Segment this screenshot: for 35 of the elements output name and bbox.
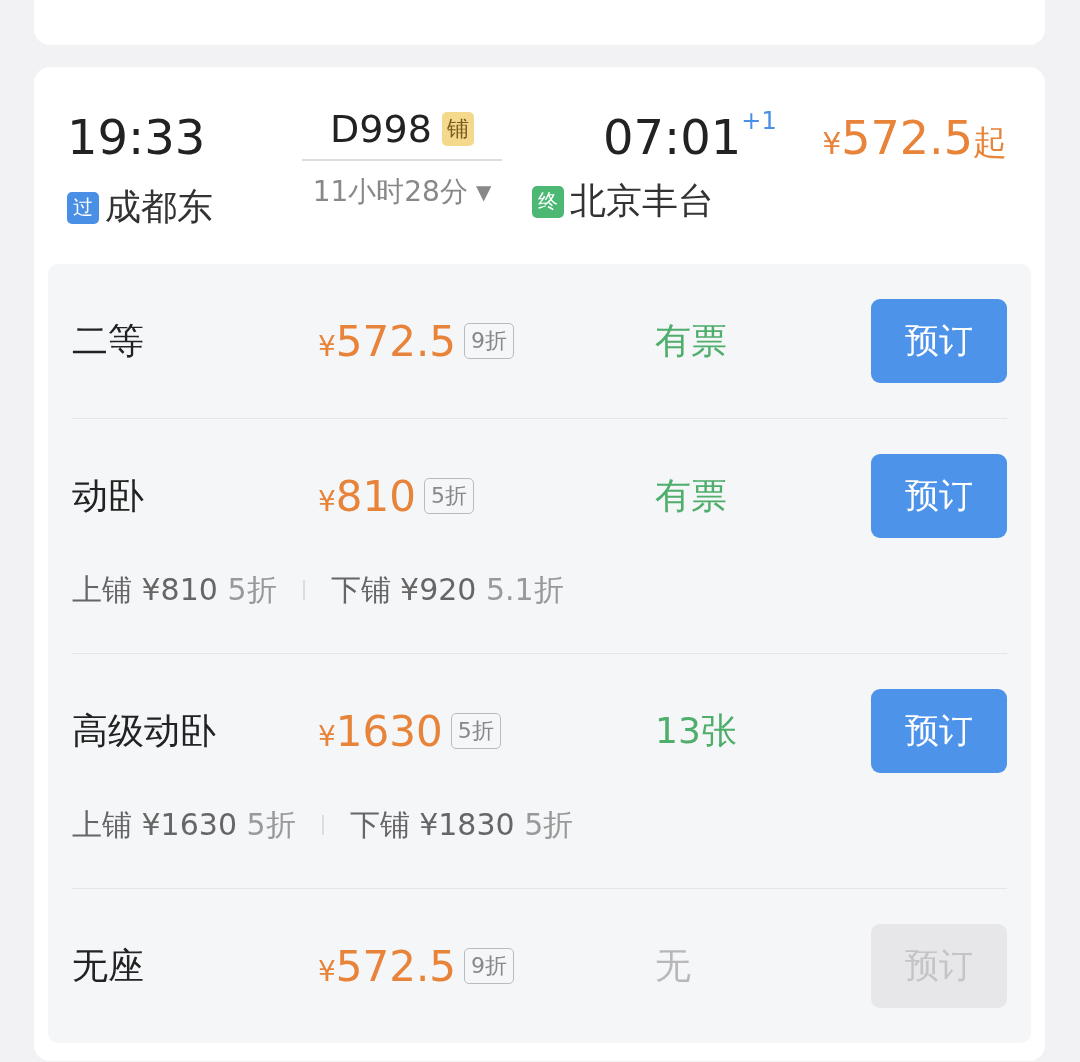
station-name: 北京丰台 xyxy=(570,179,714,223)
station-name: 成都东 xyxy=(105,185,213,229)
seat-price: ¥572.5 xyxy=(318,316,457,366)
ticket-availability: 有票 xyxy=(655,318,728,363)
seat-class: 高级动卧 xyxy=(72,708,217,753)
station-badge: 过 xyxy=(67,191,99,224)
seat-price: ¥810 xyxy=(318,471,416,521)
train-tag: 铺 xyxy=(441,112,474,146)
travel-duration: 11小时28分 xyxy=(312,174,468,210)
seat-class: 动卧 xyxy=(72,473,145,518)
departure-time: 19:33 xyxy=(67,108,207,161)
discount-tag: 9折 xyxy=(464,948,515,984)
book-button[interactable]: 预订 xyxy=(871,299,1007,383)
book-button[interactable]: 预订 xyxy=(871,689,1007,773)
train-number: D998 xyxy=(330,107,432,151)
discount-tag: 9折 xyxy=(464,323,515,359)
berth-price: 下铺 ¥1830 5折 xyxy=(349,805,574,844)
berth-price: 上铺 ¥810 5折 xyxy=(72,570,277,609)
ticket-availability: 有票 xyxy=(655,473,728,518)
seat-price: ¥1630 xyxy=(318,706,443,756)
berth-price: 上铺 ¥1630 5折 xyxy=(72,805,296,844)
discount-tag: 5折 xyxy=(424,478,474,514)
ticket-availability: 无 xyxy=(655,943,692,988)
discount-tag: 5折 xyxy=(450,713,501,749)
seat-price: ¥572.5 xyxy=(318,941,457,991)
ticket-availability: 13张 xyxy=(655,708,738,753)
arrival-time: 07:01 xyxy=(603,108,742,161)
station-badge: 终 xyxy=(532,185,564,218)
seat-class: 二等 xyxy=(72,318,145,363)
day-offset: +1 xyxy=(741,107,777,135)
lowest-price: ¥572.5起 xyxy=(821,111,1007,166)
book-button[interactable]: 预订 xyxy=(871,454,1007,538)
seat-class: 无座 xyxy=(72,943,145,988)
berth-price: 下铺 ¥920 5.1折 xyxy=(330,570,564,609)
caret-icon[interactable]: ▼ xyxy=(475,180,492,204)
